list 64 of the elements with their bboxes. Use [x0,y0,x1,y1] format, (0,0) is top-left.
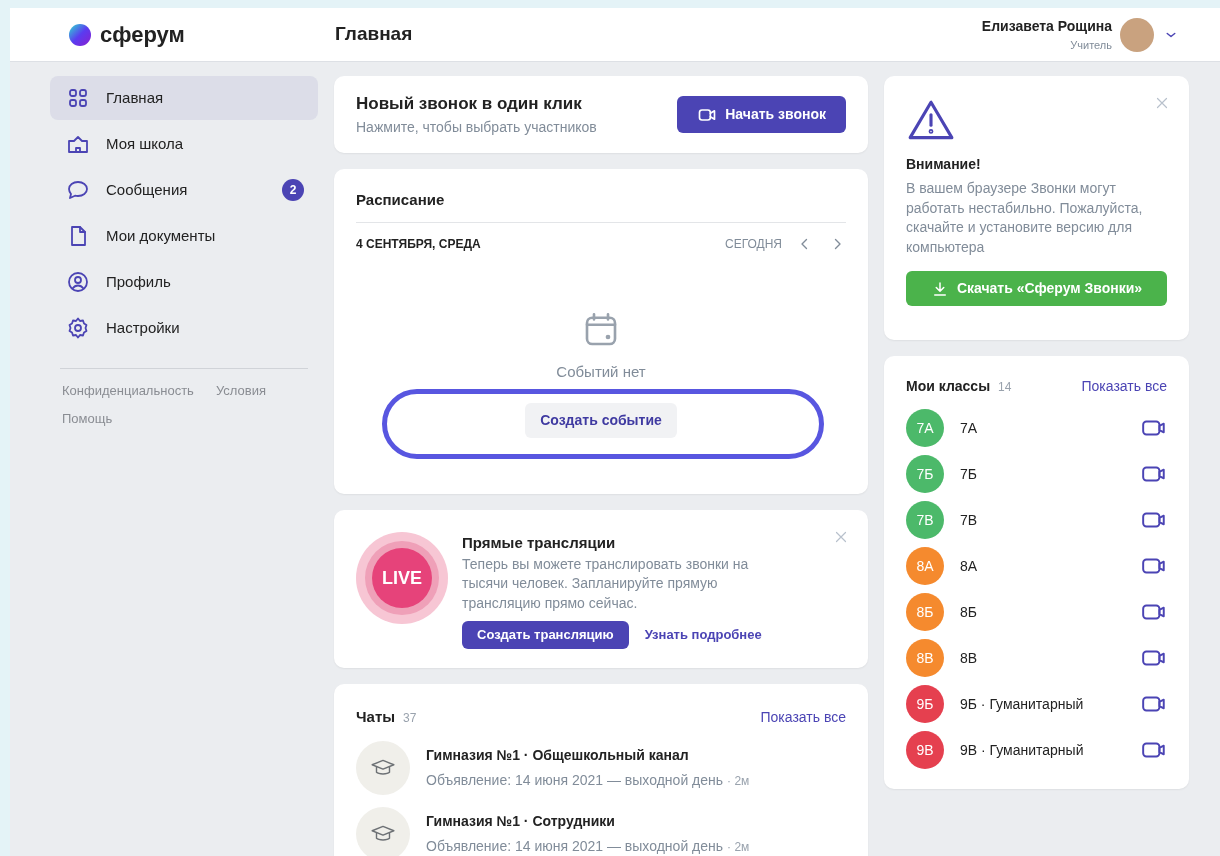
class-name: 7Б [960,464,977,484]
page-title: Главная [335,22,413,47]
create-stream-button[interactable]: Создать трансляцию [462,621,629,649]
create-event-button[interactable]: Создать событие [525,403,677,438]
user-role: Учитель [1069,37,1112,53]
chat-name: Гимназия №1 · Сотрудники [426,811,616,831]
sidebar-item[interactable]: Мои документы [50,214,318,258]
class-name: 8А [960,556,978,576]
show-all-link[interactable]: Показать все [760,707,846,728]
sidebar-item[interactable]: Моя школа [50,122,318,166]
class-item[interactable]: 9В 9В · Гуманитарный [906,727,1167,773]
class-avatar: 8В [906,639,944,677]
sidebar-item[interactable]: Сообщения 2 [50,168,318,212]
learn-more-link[interactable]: Узнать подробнее [644,625,762,645]
class-avatar: 7Б [906,455,944,493]
card-title: Прямые трансляции [462,533,617,553]
class-name: 7В [960,510,978,530]
chat-item[interactable]: Гимназия №1 · Общешкольный канал Объявление: 14 июня 2021 — выходной день · 2м [356,740,846,795]
card-text: В вашем браузере Звонки могут работать нестабильно. Пожалуйста, скачайте и установите версию для компьютера [906,179,1144,257]
chat-message: Объявление: 14 июня 2021 — выходной день [426,836,724,856]
card-text: Теперь вы можете транслировать звонки на тысячи человек. Запланируйте прямую трансляцию прямо сейчас. [462,554,750,613]
class-name: 8Б [960,602,977,622]
class-item[interactable]: 7А 7А [906,405,1167,451]
today-button[interactable]: СЕГОДНЯ [724,234,782,253]
class-item[interactable]: 8В 8В [906,635,1167,681]
card-title: Мои классы [906,377,991,396]
class-name: 9В · Гуманитарный [960,740,1084,760]
chat-time: · 2м [727,838,750,856]
class-name: 9Б · Гуманитарный [960,694,1084,714]
class-avatar: 9Б [906,685,944,723]
class-item[interactable]: 9Б 9Б · Гуманитарный [906,681,1167,727]
chat-time: · 2м [727,772,750,790]
empty-message: Событий нет [556,361,646,382]
class-item[interactable]: 8Б 8Б [906,589,1167,635]
live-label: LIVE [372,548,432,608]
show-all-link[interactable]: Показать все [1081,376,1167,397]
chat-item[interactable]: Гимназия №1 · Сотрудники Объявление: 14 июня 2021 — выходной день · 2м [356,806,846,856]
chat-name: Гимназия №1 · Общешкольный канал [426,745,690,765]
class-name: 7А [960,418,978,438]
class-avatar: 7В [906,501,944,539]
card-subtitle: Нажмите, чтобы выбрать участников [356,117,597,137]
class-avatar: 9В [906,731,944,769]
class-avatar: 8Б [906,593,944,631]
user-name: Елизавета Рощина [981,16,1112,36]
count-label: 14 [998,379,1012,396]
card-title: Новый звонок в один клик [356,93,583,116]
class-item[interactable]: 7Б 7Б [906,451,1167,497]
sidebar-item[interactable]: Главная [50,76,318,120]
logo-text: сферум [100,21,185,49]
class-item[interactable]: 7В 7В [906,497,1167,543]
date-label: 4 СЕНТЯБРЯ, СРЕДА [356,235,481,253]
sidebar-item[interactable]: Настройки [50,306,318,350]
count-badge: 2 [282,179,304,201]
card-title: Внимание! [906,155,982,174]
class-item[interactable]: 8А 8А [906,543,1167,589]
chat-message: Объявление: 14 июня 2021 — выходной день [426,770,724,790]
class-avatar: 8А [906,547,944,585]
card-title: Расписание [356,190,446,210]
count-label: 37 [403,710,417,727]
start-call-button[interactable]: Начать звонок [677,96,846,133]
card-title: Чаты [356,707,396,727]
sidebar-item[interactable]: Профиль [50,260,318,304]
class-avatar: 7А [906,409,944,447]
class-name: 8В [960,648,978,668]
